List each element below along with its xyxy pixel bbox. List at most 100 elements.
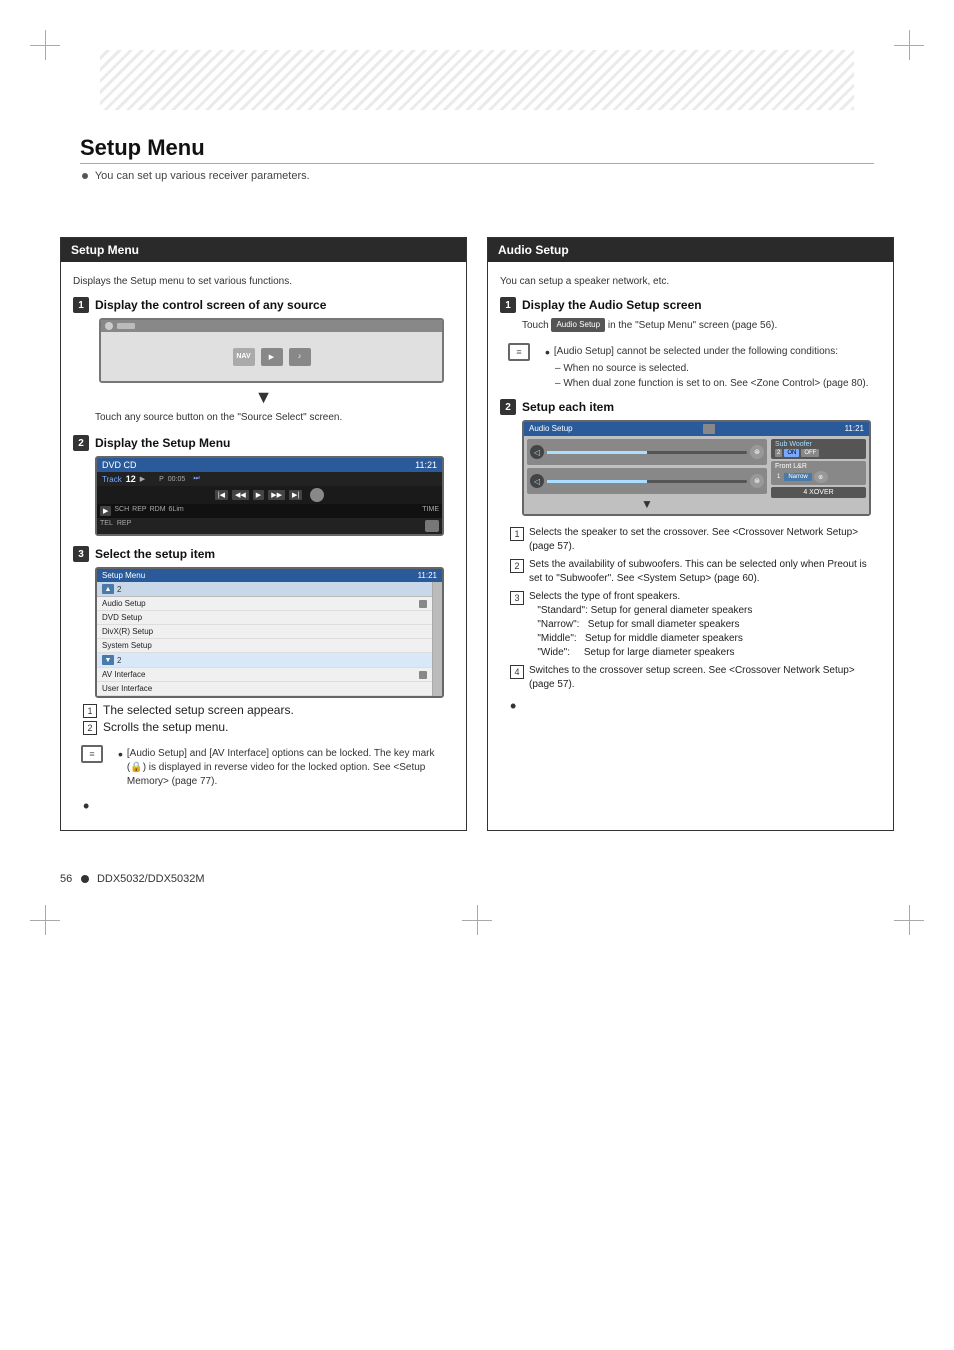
crossover-num-4: 4 bbox=[803, 489, 807, 496]
left-section-body: Displays the Setup menu to set various f… bbox=[61, 262, 466, 830]
scroll-bar bbox=[432, 582, 442, 696]
crosshair-top-left bbox=[30, 30, 60, 60]
speaker-icon-1: ◁ bbox=[530, 445, 544, 459]
step-1-label: 1 Display the control screen of any sour… bbox=[73, 297, 454, 313]
right-note-bullet-1: • [Audio Setup] cannot be selected under… bbox=[545, 345, 859, 359]
dvd-ctrl-prev[interactable]: |◀ bbox=[215, 490, 228, 500]
sub-on-btn[interactable]: ON bbox=[784, 449, 799, 457]
dvd-status-tel: TEL bbox=[100, 520, 113, 532]
num-text-1: Selects the speaker to set the crossover… bbox=[529, 526, 871, 554]
right-note-conditions: – When no source is selected. – When dua… bbox=[555, 361, 869, 391]
sub-off-btn[interactable]: OFF bbox=[801, 449, 819, 457]
lock-icon-1 bbox=[419, 600, 427, 608]
num-text-2: Sets the availability of subwoofers. Thi… bbox=[529, 558, 871, 586]
dvd-mode-sch: SCH bbox=[114, 506, 129, 516]
menu-item-system-label: System Setup bbox=[102, 641, 427, 650]
right-bullet-char: • bbox=[545, 345, 550, 359]
setup-scroll-controls: ▲ 2 bbox=[97, 582, 432, 597]
right-bullet-dot: • bbox=[510, 696, 516, 717]
screen-rect bbox=[117, 323, 135, 329]
right-note-icon: ≡ bbox=[508, 343, 530, 361]
step-2-title: Display the Setup Menu bbox=[95, 436, 230, 450]
subtitle-text: You can set up various receiver paramete… bbox=[95, 170, 310, 182]
step-1: 1 Display the control screen of any sour… bbox=[73, 297, 454, 425]
speaker-icon-2: ◁ bbox=[530, 474, 544, 488]
menu-item-dvd-label: DVD Setup bbox=[102, 613, 427, 622]
menu-item-user-interface[interactable]: User Interface bbox=[97, 682, 432, 696]
speaker-knob-2: ⊛ bbox=[750, 474, 764, 488]
narrow-label: Narrow bbox=[784, 473, 811, 481]
annotation-text-1: The selected setup screen appears. bbox=[103, 703, 444, 717]
crosshair-bottom-left bbox=[30, 905, 60, 935]
front-lr-panel: Front L&R 1 Narrow ⊛ bbox=[771, 461, 866, 485]
menu-item-system-setup[interactable]: System Setup bbox=[97, 639, 432, 653]
bottom-bullet: • bbox=[83, 796, 454, 817]
right-step-1: 1 Display the Audio Setup screen Touch A… bbox=[500, 297, 881, 333]
page-title-area: Setup Menu You can set up various receiv… bbox=[0, 130, 954, 187]
right-note-block: ≡ • [Audio Setup] cannot be selected und… bbox=[508, 343, 873, 391]
bullet-icon bbox=[82, 173, 88, 179]
scroll-num-1: 2 bbox=[117, 585, 121, 594]
left-section-desc: Displays the Setup menu to set various f… bbox=[73, 275, 454, 289]
source-icon-1: NAV bbox=[233, 348, 255, 366]
setup-menu-list: ▲ 2 Audio Setup DVD Setup bbox=[97, 582, 432, 696]
right-step-1-title: Display the Audio Setup screen bbox=[522, 298, 702, 312]
menu-item-av-interface[interactable]: AV Interface bbox=[97, 668, 432, 682]
left-note-text: [Audio Setup] and [AV Interface] options… bbox=[127, 747, 436, 789]
page-title: Setup Menu bbox=[80, 135, 215, 161]
right-step-2-label: 2 Setup each item bbox=[500, 399, 881, 415]
condition-1: – When no source is selected. bbox=[555, 361, 869, 376]
setup-menu-time: 11:21 bbox=[418, 571, 437, 580]
right-note-text-1: [Audio Setup] cannot be selected under t… bbox=[554, 345, 838, 359]
dvd-ctrl-next[interactable]: ▶| bbox=[289, 490, 302, 500]
bottom-bullet-dot: • bbox=[83, 796, 89, 817]
note-book-icon: ≡ bbox=[81, 745, 103, 763]
menu-item-audio-setup[interactable]: Audio Setup bbox=[97, 597, 432, 611]
condition-2: – When dual zone function is set to on. … bbox=[555, 376, 869, 391]
dvd-menu-btn[interactable] bbox=[425, 520, 439, 532]
speaker-down-arrow: ▼ bbox=[527, 497, 767, 511]
right-step-1-num: 1 bbox=[500, 297, 516, 313]
menu-item-dvd-setup[interactable]: DVD Setup bbox=[97, 611, 432, 625]
dvd-track-row: Track 12 ▶ P 00:05 ⏭ bbox=[97, 472, 442, 486]
annotation-num-2: 2 bbox=[83, 721, 97, 735]
dvd-ctrl-stop[interactable]: ▶ bbox=[100, 506, 111, 516]
audio-screen-lock bbox=[703, 424, 715, 434]
step-3-num: 3 bbox=[73, 546, 89, 562]
dvd-status-rep: REP bbox=[117, 520, 131, 532]
speaker-knob-1: ⊛ bbox=[750, 445, 764, 459]
setup-menu-header: Setup Menu 11:21 bbox=[97, 569, 442, 582]
right-note-area: • [Audio Setup] cannot be selected under… bbox=[535, 343, 869, 391]
dvd-track-num: 12 bbox=[126, 474, 136, 484]
sub-num-2: 2 bbox=[775, 449, 782, 457]
right-step-2-title: Setup each item bbox=[522, 400, 614, 414]
dvd-time-code: 00:05 bbox=[168, 476, 186, 483]
right-column: Audio Setup You can setup a speaker netw… bbox=[487, 237, 894, 831]
dvd-time-display: 11:21 bbox=[415, 460, 437, 470]
crosshair-top-right bbox=[894, 30, 924, 60]
footer-separator bbox=[81, 875, 89, 883]
num-2: 2 bbox=[510, 559, 524, 573]
audio-screen-time: 11:21 bbox=[845, 424, 864, 434]
menu-item-divx-setup[interactable]: DivX(R) Setup bbox=[97, 625, 432, 639]
dvd-controls: |◀ ◀◀ ▶ ▶▶ ▶| bbox=[97, 486, 442, 504]
step-1-desc: Touch any source button on the "Source S… bbox=[95, 411, 454, 425]
dvd-ctrl-rew[interactable]: ◀◀ bbox=[232, 490, 249, 500]
audio-screen-title: Audio Setup bbox=[529, 424, 573, 434]
dvd-knob bbox=[310, 488, 324, 502]
dvd-ctrl-play[interactable]: ▶ bbox=[253, 490, 264, 500]
setup-menu-title-label: Setup Menu bbox=[102, 571, 145, 580]
step-1-title: Display the control screen of any source bbox=[95, 298, 326, 312]
screen-circle bbox=[105, 322, 113, 330]
audio-crossover-btn[interactable]: 4 XOVER bbox=[771, 487, 866, 498]
dvd-ctrl-ff[interactable]: ▶▶ bbox=[268, 490, 285, 500]
step-3-label: 3 Select the setup item bbox=[73, 546, 454, 562]
num-text-4: Switches to the crossover setup screen. … bbox=[529, 664, 871, 692]
num-4: 4 bbox=[510, 665, 524, 679]
left-note-area: • [Audio Setup] and [AV Interface] optio… bbox=[108, 745, 446, 791]
scroll-down-btn[interactable]: ▼ bbox=[102, 655, 114, 665]
speaker-row-2: ◁ ⊛ bbox=[527, 468, 767, 494]
dvd-status-row: TEL REP bbox=[97, 518, 442, 534]
dvd-header: DVD CD 11:21 bbox=[97, 458, 442, 472]
scroll-up-btn[interactable]: ▲ bbox=[102, 584, 114, 594]
